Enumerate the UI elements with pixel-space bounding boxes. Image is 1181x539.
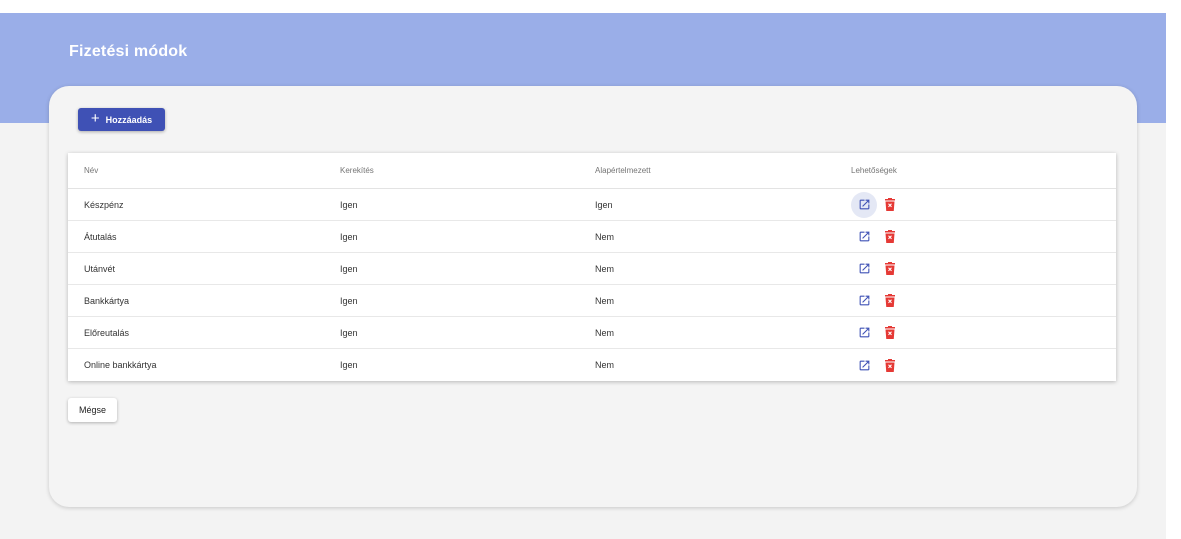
table-row[interactable]: Utánvét Igen Nem — [68, 253, 1116, 285]
cell-default: Nem — [595, 263, 615, 274]
delete-icon — [885, 294, 895, 307]
cell-name: Készpénz — [84, 199, 124, 210]
cell-default: Nem — [595, 295, 615, 306]
app-root: Fizetési módok + Hozzáadás Név Kerekítés… — [0, 13, 1166, 539]
table-row[interactable]: Előreutalás Igen Nem — [68, 317, 1116, 349]
cell-rounding: Igen — [340, 263, 358, 274]
table-header: Név Kerekítés Alapértelmezett Lehetősége… — [68, 153, 1116, 189]
cell-name: Utánvét — [84, 263, 116, 274]
edit-button[interactable] — [851, 352, 877, 378]
column-header-options: Lehetőségek — [851, 166, 897, 175]
row-actions — [851, 320, 897, 346]
table-row[interactable]: Készpénz Igen Igen — [68, 189, 1116, 221]
edit-button[interactable] — [851, 191, 877, 218]
cell-rounding: Igen — [340, 231, 358, 242]
edit-icon — [858, 359, 871, 372]
cell-rounding: Igen — [340, 327, 358, 338]
add-button-label: Hozzáadás — [105, 114, 153, 125]
delete-button[interactable] — [883, 192, 897, 218]
edit-button[interactable] — [851, 320, 877, 346]
row-actions — [851, 256, 897, 282]
cancel-button[interactable]: Mégse — [68, 398, 117, 422]
cell-name: Bankkártya — [84, 295, 130, 306]
delete-icon — [885, 326, 895, 339]
edit-button[interactable] — [851, 288, 877, 314]
table-row[interactable]: Bankkártya Igen Nem — [68, 285, 1116, 317]
edit-icon — [858, 326, 871, 339]
payment-methods-table: Név Kerekítés Alapértelmezett Lehetősége… — [68, 153, 1116, 381]
edit-icon — [858, 262, 871, 275]
delete-button[interactable] — [883, 320, 897, 346]
table-body: Készpénz Igen Igen Átutalás Igen Nem Utánvét Ig… — [68, 189, 1116, 381]
edit-button[interactable] — [851, 256, 877, 282]
cell-default: Nem — [595, 327, 615, 338]
row-actions — [851, 191, 897, 218]
column-header-rounding[interactable]: Kerekítés — [340, 166, 374, 175]
cell-default: Nem — [595, 360, 615, 370]
column-header-default[interactable]: Alapértelmezett — [595, 166, 651, 175]
row-actions — [851, 352, 897, 378]
row-actions — [851, 288, 897, 314]
edit-icon — [858, 198, 871, 211]
delete-icon — [885, 358, 895, 372]
cell-name: Online bankkártya — [84, 360, 157, 370]
row-actions — [851, 224, 897, 250]
cell-name: Előreutalás — [84, 327, 130, 338]
table-row[interactable]: Online bankkártya Igen Nem — [68, 349, 1116, 381]
add-button[interactable]: + Hozzáadás — [78, 108, 165, 131]
table-row[interactable]: Átutalás Igen Nem — [68, 221, 1116, 253]
cell-rounding: Igen — [340, 295, 358, 306]
delete-icon — [885, 230, 895, 243]
edit-icon — [858, 230, 871, 243]
cell-default: Igen — [595, 199, 613, 210]
cell-default: Nem — [595, 231, 615, 242]
page-title: Fizetési módok — [69, 43, 188, 60]
cell-rounding: Igen — [340, 199, 358, 210]
column-header-name[interactable]: Név — [84, 166, 98, 175]
edit-icon — [858, 294, 871, 307]
cell-rounding: Igen — [340, 360, 358, 370]
content-card: + Hozzáadás Név Kerekítés Alapértelmezet… — [49, 86, 1137, 507]
delete-button[interactable] — [883, 288, 897, 314]
delete-icon — [885, 262, 895, 275]
delete-button[interactable] — [883, 224, 897, 250]
delete-button[interactable] — [883, 256, 897, 282]
delete-icon — [885, 198, 895, 211]
edit-button[interactable] — [851, 224, 877, 250]
plus-icon: + — [90, 110, 100, 127]
cell-name: Átutalás — [84, 231, 117, 242]
delete-button[interactable] — [883, 352, 897, 378]
